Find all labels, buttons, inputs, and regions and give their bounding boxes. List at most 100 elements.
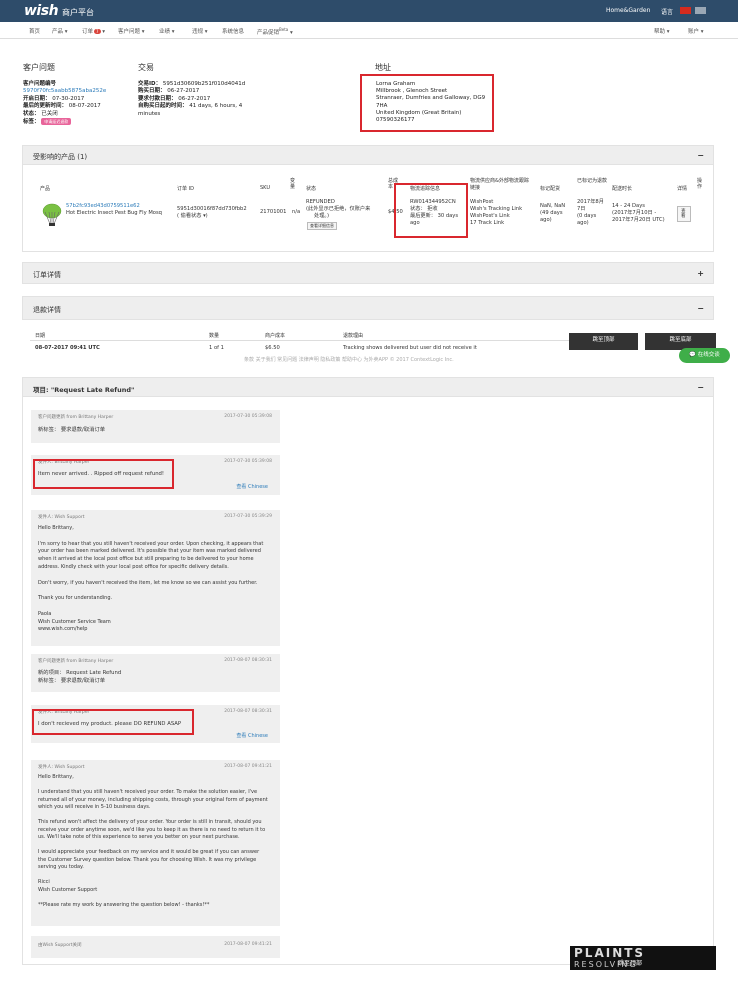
product-id-link[interactable]: 57b2fc93ed43d0759511e62 bbox=[66, 203, 140, 210]
transaction-id-value: 5951d30609b251f010d4041d bbox=[162, 81, 246, 87]
order-status-dropdown[interactable]: ( 偷看状态 ▾) bbox=[177, 213, 208, 220]
wish-tracking-link[interactable]: Wish's Tracking Link bbox=[470, 206, 522, 213]
address-title: 地址 bbox=[375, 63, 391, 72]
view-details-button[interactable]: 查看详细信息 bbox=[307, 222, 337, 230]
address-line: United Kingdom (Great Britain) bbox=[376, 109, 462, 116]
tracking-number-link[interactable]: RW014344952CN bbox=[410, 199, 456, 206]
message-card: 发件人: Wish Support 2017-08-07 09:41:21 He… bbox=[31, 760, 280, 926]
product-id[interactable]: 57b2fc93ed43d0759511e62 bbox=[66, 203, 140, 209]
affected-products-title: 受影响的产品 (1) bbox=[33, 153, 88, 161]
refund-date-value: 08-07-2017 09:41 UTC bbox=[35, 345, 100, 351]
address-line: 07590326177 bbox=[376, 117, 415, 124]
transaction-title: 交易 bbox=[138, 63, 154, 72]
variant-value: n/a bbox=[292, 209, 301, 215]
live-chat-button[interactable]: 💬 在线交谈 bbox=[679, 348, 730, 363]
address-line: Stranraer, Dumfries and Galloway, DG9 bbox=[376, 95, 486, 102]
marked-value-2: (49 days bbox=[540, 210, 563, 216]
chat-label: 在线交谈 bbox=[697, 352, 720, 358]
jump-top-button[interactable]: 跳至顶部 bbox=[569, 333, 638, 350]
col-detail: 详情 bbox=[677, 186, 688, 192]
message-body: 新的项目： Request Late Refund 新标签： 要求退款/取消订单 bbox=[38, 670, 122, 684]
collapse-icon[interactable]: − bbox=[697, 304, 704, 313]
expand-icon[interactable]: + bbox=[697, 269, 704, 278]
open-date-label: 开启日期： bbox=[23, 95, 51, 102]
message-body: 新标签： 要求退款/取消订单 bbox=[38, 427, 106, 433]
marked-value-3: ago) bbox=[540, 217, 552, 223]
message-sender: 客户问题更新 from Brittany Harper bbox=[38, 415, 114, 420]
issue-id-label: 客户问题编号 bbox=[23, 81, 57, 87]
message-sender: 发件人: Wish Support bbox=[38, 765, 85, 770]
nav-product-promo[interactable]: 产品促销Beta ▾ bbox=[257, 27, 293, 36]
watermark-line2: RESOLVING bbox=[574, 960, 638, 969]
order-id-link[interactable]: 5951d30016f87dd730fbb2 bbox=[177, 206, 247, 213]
nav-violations[interactable]: 违规 ▾ bbox=[192, 27, 208, 35]
col-date: 日期 bbox=[35, 333, 46, 339]
nav-account[interactable]: 账户 ▾ bbox=[688, 27, 704, 35]
divider bbox=[30, 340, 570, 341]
transaction-info: 交易ID： 5951d30609b251f010d4041d 购买日期： 06-… bbox=[138, 81, 245, 118]
col-order-id: 订单 ID bbox=[177, 186, 194, 192]
tracking-update-2: ago bbox=[410, 220, 420, 226]
refund-cost-value: $6.50 bbox=[265, 345, 280, 351]
message-date: 2017-08-07 08:30:31 bbox=[224, 658, 272, 663]
message-date: 2017-07-30 05:39:29 bbox=[224, 514, 272, 519]
message-body: Hello Brittany, I understand that you st… bbox=[38, 774, 268, 908]
translate-link[interactable]: 查看 Chinese bbox=[236, 732, 268, 739]
col-product: 产品 bbox=[40, 186, 51, 192]
transaction-id-label: 交易ID： bbox=[138, 81, 162, 87]
col-refunded: 已标记为退款 bbox=[577, 178, 608, 184]
detail-button[interactable]: 查看 bbox=[677, 206, 691, 222]
17track-link[interactable]: 17 Track Link bbox=[470, 220, 504, 227]
chat-icon: 💬 bbox=[689, 352, 697, 358]
nav-products[interactable]: 产品 ▾ bbox=[52, 27, 68, 35]
message-highlight bbox=[32, 709, 194, 735]
col-ship-time: 配送时长 bbox=[612, 186, 633, 192]
refund-details-title: 退款详情 bbox=[33, 306, 61, 314]
payment-date-value: 06-27-2017 bbox=[178, 95, 211, 102]
col-refund-reason: 退款理由 bbox=[343, 333, 364, 339]
message-card: 客户问题更新 from Brittany Harper 2017-07-30 0… bbox=[31, 410, 280, 443]
refund-date-4: ago) bbox=[577, 220, 589, 226]
refund-details-header[interactable]: 退款详情 − bbox=[22, 296, 714, 320]
ship-time-3: 2017年7月20日 UTC) bbox=[612, 217, 665, 223]
elapsed-value: 41 days, 6 hours, 4 bbox=[189, 103, 243, 110]
orders-badge: 7 bbox=[94, 29, 101, 34]
status-note: (此外显示已拒绝，仅账户来 bbox=[306, 206, 371, 212]
nav-help[interactable]: 帮助 ▾ bbox=[654, 27, 670, 35]
affected-products-header[interactable]: 受影响的产品 (1) − bbox=[22, 145, 714, 165]
address-line: Lorna Graham bbox=[376, 81, 416, 87]
refund-reason-value: Tracking shows delivered but user did no… bbox=[343, 345, 477, 351]
nav-system-info[interactable]: 系统信息 bbox=[222, 27, 244, 35]
nav-performance[interactable]: 业绩 ▾ bbox=[159, 27, 175, 35]
nav-orders-label: 订单 bbox=[82, 29, 94, 35]
col-variant: 变量 bbox=[290, 178, 296, 190]
item-panel-header[interactable]: 项目: "Request Late Refund" − bbox=[22, 377, 714, 397]
tag-label: 标签： bbox=[23, 119, 40, 126]
order-details-header[interactable]: 订单详情 + bbox=[22, 262, 714, 284]
nav-customer-issues[interactable]: 客户问题 ▾ bbox=[118, 27, 145, 35]
ship-time-2: (2017年7月10日 - bbox=[612, 210, 657, 216]
nav-home[interactable]: 首页 bbox=[29, 27, 40, 35]
ship-time: 14 - 24 Days bbox=[612, 203, 645, 209]
status-refunded: REFUNDED bbox=[306, 199, 335, 205]
collapse-icon[interactable]: − bbox=[697, 151, 704, 160]
china-flag-icon[interactable] bbox=[680, 7, 691, 14]
issue-id-value[interactable]: 5970f70fc5aabb5875aba252e bbox=[23, 88, 106, 95]
product-thumbnail[interactable] bbox=[41, 202, 63, 226]
translate-link[interactable]: 查看 Chinese bbox=[236, 483, 268, 490]
nav-orders[interactable]: 订单 7 ▾ bbox=[82, 27, 105, 35]
message-sender: 客户问题更新 from Brittany Harper bbox=[38, 659, 114, 664]
wish-logo[interactable]: wish bbox=[24, 3, 59, 19]
updated-value: 08-07-2017 bbox=[68, 103, 101, 110]
top-bar: wish 商户平台 Home&Garden 语言 bbox=[0, 0, 738, 22]
language-selector[interactable]: 语言 bbox=[661, 7, 673, 16]
us-flag-icon[interactable] bbox=[695, 7, 706, 14]
footer-links[interactable]: 条款 关于我们 常见问题 法律声明 隐私政策 帮助中心 为外卖APP © 201… bbox=[244, 356, 454, 363]
col-marked: 标记配货 bbox=[540, 186, 561, 192]
store-name[interactable]: Home&Garden bbox=[606, 7, 650, 14]
customer-issue-info: 客户问题编号 5970f70fc5aabb5875aba252e 开启日期： 0… bbox=[23, 81, 106, 126]
tracking-update: 最后更新： 30 days bbox=[410, 213, 459, 219]
collapse-icon[interactable]: − bbox=[697, 383, 704, 392]
address-block: Lorna Graham Millbrook , Glenoch Street … bbox=[376, 81, 485, 124]
wishpost-link[interactable]: WishPost's Link bbox=[470, 213, 510, 220]
